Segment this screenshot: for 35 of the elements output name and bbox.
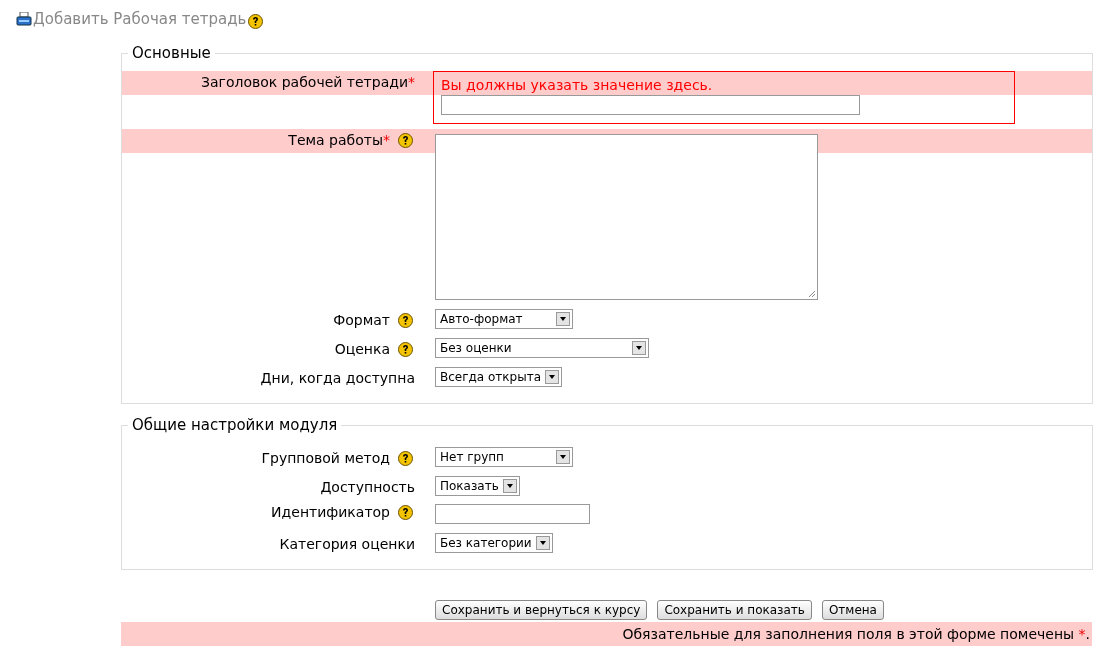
required-mark: *	[383, 132, 390, 148]
select-dropdown[interactable]: Показать	[435, 476, 520, 496]
section-legend: Основные	[128, 44, 215, 62]
typewriter-icon	[16, 12, 32, 26]
section-legend: Общие настройки модуля	[128, 416, 342, 434]
help-icon[interactable]	[398, 341, 413, 357]
select-dropdown[interactable]: Без категории	[435, 533, 553, 553]
field-label: Оценка	[334, 341, 390, 357]
form-button[interactable]: Отмена	[821, 600, 884, 620]
page-title: Добавить Рабочая тетрадь	[33, 10, 247, 28]
form-button[interactable]: Сохранить и показать	[657, 600, 812, 620]
text-input[interactable]	[435, 504, 590, 524]
select-dropdown[interactable]: Без оценки	[435, 338, 649, 358]
help-icon[interactable]	[398, 132, 413, 148]
required-fields-note: Обязательные для заполнения поля в этой форме помечены *.	[622, 626, 1090, 642]
required-mark: *	[408, 74, 415, 90]
field-label: Дни, когда доступна	[260, 370, 415, 386]
field-label: Доступность	[320, 479, 415, 495]
help-icon[interactable]	[398, 450, 413, 466]
select-dropdown[interactable]: Нет групп	[435, 447, 573, 467]
text-input[interactable]	[441, 95, 860, 115]
field-label: Групповой метод	[261, 450, 390, 466]
error-message: Вы должны указать значение здесь.	[441, 77, 714, 93]
form-button[interactable]: Сохранить и вернуться к курсу	[435, 600, 648, 620]
select-dropdown[interactable]: Авто-формат	[435, 309, 573, 329]
field-label: Заголовок рабочей тетради	[201, 74, 408, 90]
resize-grip-icon[interactable]	[808, 290, 816, 298]
help-icon[interactable]	[398, 504, 413, 520]
select-dropdown[interactable]: Всегда открыта	[435, 367, 562, 387]
field-label: Формат	[333, 312, 390, 328]
field-label: Идентификатор	[271, 504, 390, 520]
field-label: Тема работы	[288, 132, 383, 148]
help-icon[interactable]	[398, 312, 413, 328]
field-label: Категория оценки	[279, 536, 415, 552]
help-icon[interactable]	[248, 13, 264, 29]
